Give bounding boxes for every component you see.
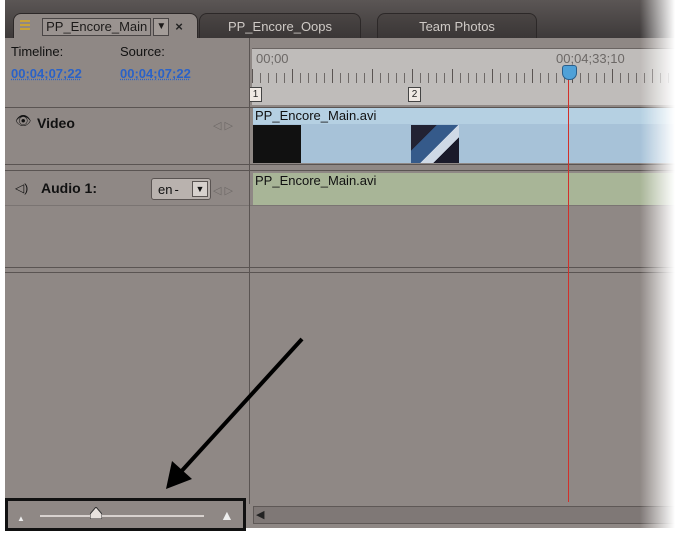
audio-track-name: Audio 1: bbox=[41, 180, 97, 196]
ruler-current-time: 00;04;33;10 bbox=[556, 51, 625, 66]
playhead-line[interactable] bbox=[568, 70, 569, 502]
source-timecode[interactable]: 00;04;07;22 bbox=[120, 66, 191, 81]
time-ruler[interactable]: 00;00 00;04;33;10 1 2 bbox=[249, 38, 675, 107]
chapter-marker-2[interactable]: 2 bbox=[408, 87, 421, 102]
audio-language-value: en bbox=[158, 181, 173, 197]
eye-icon[interactable]: 👁 bbox=[15, 113, 32, 129]
source-label: Source: bbox=[120, 44, 165, 59]
tab-pp-encore-main[interactable]: PP_Encore_Main ▼ × bbox=[13, 13, 198, 39]
zoom-small-icon[interactable]: ▲ bbox=[17, 514, 25, 523]
edge-fade bbox=[640, 0, 675, 534]
timeline-label: Timeline: bbox=[11, 44, 64, 59]
keyframe-nav-icon[interactable]: ◁ ▷ bbox=[213, 119, 233, 132]
video-clip[interactable]: PP_Encore_Main.avi bbox=[253, 108, 675, 163]
tab-label: PP_Encore_Main bbox=[42, 17, 152, 36]
zoom-large-icon[interactable]: ▲ bbox=[220, 507, 234, 523]
tab-team-photos[interactable]: Team Photos bbox=[377, 13, 537, 39]
video-clip-name: PP_Encore_Main.avi bbox=[253, 108, 675, 124]
clip-thumbnail-photo bbox=[411, 125, 459, 163]
tab-bar: PP_Encore_Main ▼ × PP_Encore_Oops Team P… bbox=[5, 0, 675, 39]
panel-grip-icon[interactable] bbox=[20, 20, 30, 32]
timeline-panel: PP_Encore_Main ▼ × PP_Encore_Oops Team P… bbox=[5, 0, 675, 528]
ruler-background: 00;00 00;04;33;10 1 2 bbox=[249, 48, 675, 105]
tab-pp-encore-oops[interactable]: PP_Encore_Oops bbox=[199, 13, 361, 39]
tab-label: Team Photos bbox=[419, 19, 495, 34]
keyframe-nav-icon[interactable]: ◁ ▷ bbox=[213, 184, 233, 197]
language-dash: - bbox=[174, 181, 179, 197]
divider bbox=[5, 267, 675, 268]
divider bbox=[5, 272, 675, 273]
chevron-down-icon[interactable]: ▼ bbox=[192, 181, 208, 197]
scroll-left-icon[interactable]: ◀ bbox=[256, 508, 264, 521]
zoom-slider-area[interactable]: ▲ ▲ bbox=[5, 498, 246, 531]
clip-thumbnail-start bbox=[253, 125, 301, 163]
audio-clip-name: PP_Encore_Main.avi bbox=[255, 173, 377, 188]
close-tab-icon[interactable]: × bbox=[175, 19, 183, 34]
horizontal-scrollbar[interactable]: ◀ bbox=[253, 506, 675, 524]
tab-label: PP_Encore_Oops bbox=[227, 19, 333, 34]
audio-clip[interactable]: PP_Encore_Main.avi bbox=[253, 173, 675, 205]
divider bbox=[5, 205, 675, 206]
timeline-timecode[interactable]: 00;04;07;22 bbox=[11, 66, 82, 81]
chapter-marker-1[interactable]: 1 bbox=[249, 87, 262, 102]
timecode-header: Timeline: 00;04;07;22 Source: 00;04;07;2… bbox=[5, 38, 250, 136]
zoom-thumb[interactable] bbox=[90, 507, 102, 519]
ruler-start-time: 00;00 bbox=[256, 51, 289, 66]
ruler-major-ticks bbox=[252, 69, 675, 83]
video-track-header[interactable]: 👁 Video ◁ ▷ bbox=[5, 108, 250, 164]
audio-track-header[interactable]: ◁) Audio 1: ◁ ▷ bbox=[5, 171, 250, 267]
panel-menu-button[interactable]: ▼ bbox=[153, 17, 170, 36]
audio-language-dropdown[interactable]: en - ▼ bbox=[151, 178, 211, 200]
annotation-arrow bbox=[166, 337, 304, 489]
playhead-handle[interactable] bbox=[562, 65, 577, 80]
zoom-track[interactable] bbox=[40, 515, 204, 517]
video-track-name: Video bbox=[37, 115, 75, 131]
divider bbox=[5, 164, 675, 165]
speaker-icon[interactable]: ◁) bbox=[15, 181, 28, 195]
